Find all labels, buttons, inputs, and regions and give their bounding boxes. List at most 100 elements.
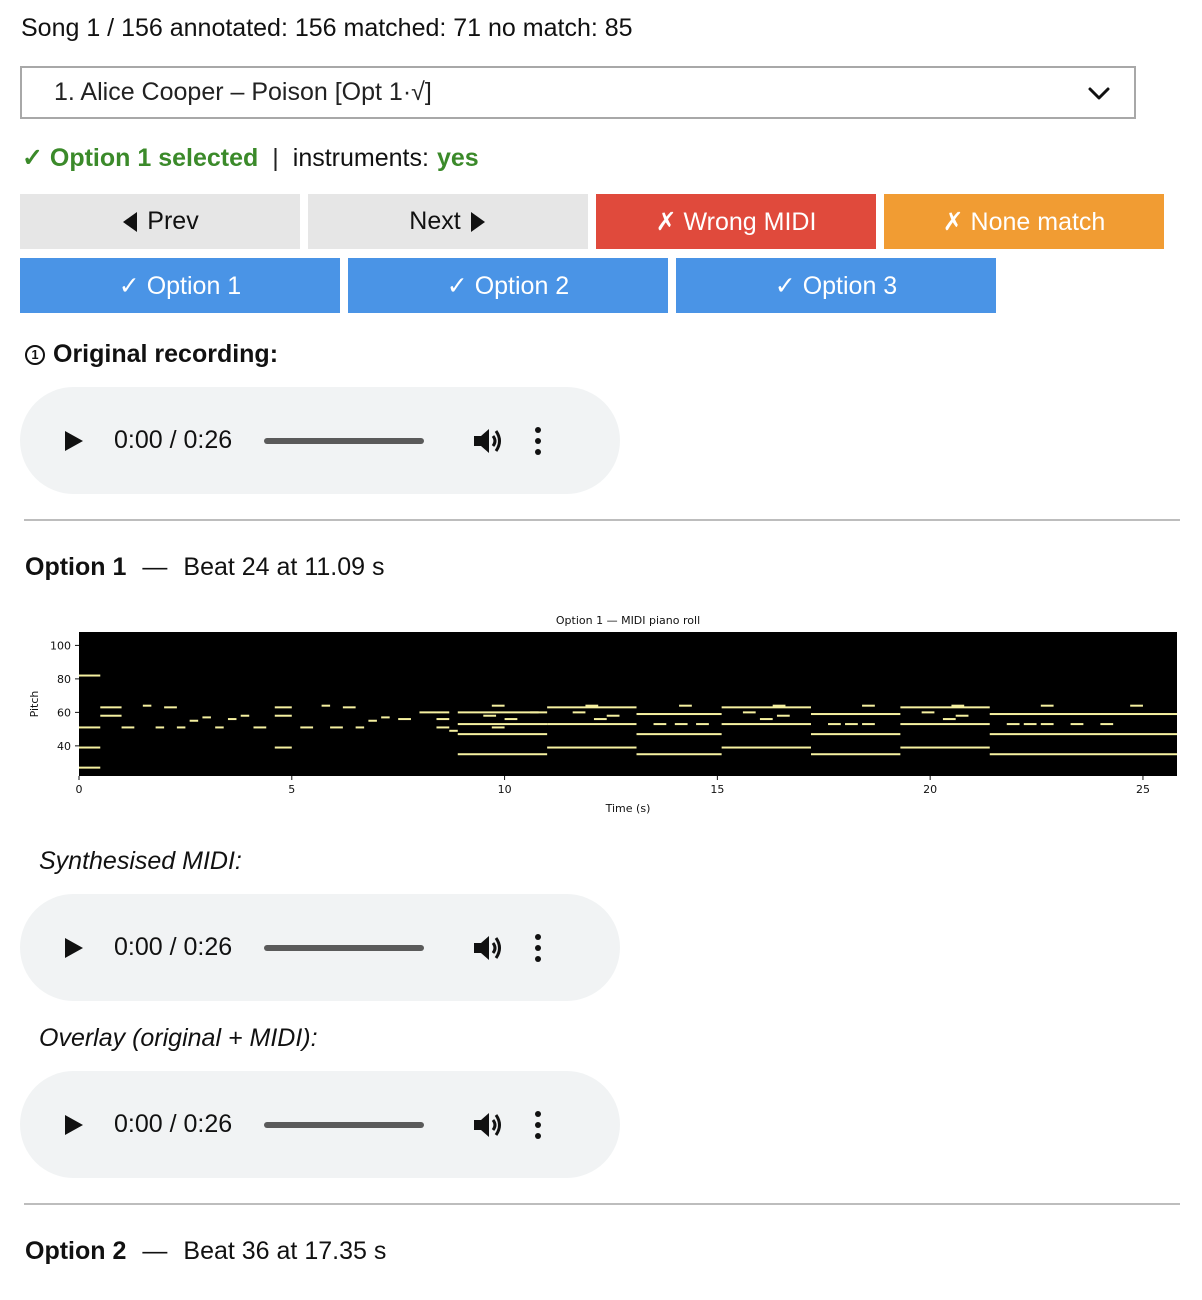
option-1-name: Option 1 [25,553,127,581]
triangle-right-icon [470,211,485,232]
note-bar [593,718,607,721]
note-bar [342,706,356,709]
prev-button-label: Prev [147,207,199,235]
synthesised-audio-player[interactable]: 0:00 / 0:26 [20,894,620,1001]
note-bar [491,704,505,707]
play-icon[interactable] [64,1114,84,1136]
note-bar [100,706,122,709]
note-bar [636,753,722,756]
note-bar [189,719,199,722]
more-options-icon[interactable] [534,1110,542,1140]
synthesised-midi-label: Synthesised MIDI: [39,847,242,875]
select-option-2-button[interactable]: ✓ Option 2 [348,258,668,313]
note-bar [572,711,586,714]
note-bar [164,706,177,709]
note-bar [381,716,390,719]
note-bar [1040,723,1054,726]
note-bar [121,726,135,729]
selection-status: ✓ Option 1 selected | instruments: yes [22,143,479,173]
note-bar [862,723,875,726]
note-bar [79,766,101,769]
overlay-audio-player[interactable]: 0:00 / 0:26 [20,1071,620,1178]
y-tick-label: 100 [50,639,71,652]
note-bar [674,723,688,726]
triangle-left-icon [123,211,138,232]
audio-time: 0:00 / 0:26 [114,1110,233,1138]
volume-icon[interactable] [472,932,504,964]
wrong-midi-button[interactable]: ✗ Wrong MIDI [596,194,876,249]
more-options-icon[interactable] [534,426,542,456]
audio-seek-slider[interactable] [264,944,425,951]
next-button[interactable]: Next [308,194,588,249]
note-bar [776,714,790,717]
option-1-heading: Option 1 — Beat 24 at 11.09 s [25,553,384,582]
audio-seek-slider[interactable] [264,1121,425,1128]
note-bar [436,711,450,714]
x-axis-label: Time (s) [605,802,651,815]
note-bar [215,726,224,729]
note-bar [300,726,314,729]
note-bar [491,726,505,729]
note-bar [721,746,811,749]
note-bar [547,746,637,749]
note-bar [504,718,518,721]
note-bar [1130,704,1143,707]
play-icon[interactable] [64,937,84,959]
x-tick-label: 5 [288,783,295,796]
original-recording-title: Original recording: [53,340,279,368]
audio-time: 0:00 / 0:26 [114,426,233,454]
note-bar [989,753,1177,756]
play-icon[interactable] [64,430,84,452]
note-bar [547,723,637,726]
annotation-status: Song 1 / 156 annotated: 156 matched: 71 … [21,14,633,42]
note-bar [355,726,365,729]
note-bar [759,718,773,721]
prev-button[interactable]: Prev [20,194,300,249]
note-bar [436,726,450,729]
overlay-label: Overlay (original + MIDI): [39,1024,318,1052]
note-bar [845,723,858,726]
note-bar [100,714,122,717]
x-tick-label: 25 [1136,783,1150,796]
original-recording-heading: 1 Original recording: [25,340,278,369]
y-tick-label: 40 [57,740,71,753]
divider [24,1203,1180,1205]
option-2-detail: Beat 36 at 17.35 s [183,1237,387,1265]
audio-time: 0:00 / 0:26 [114,933,233,961]
note-bar [79,674,101,677]
note-bar [398,718,411,721]
note-bar [274,706,292,709]
note-bar [696,723,709,726]
y-tick-label: 80 [57,673,71,686]
note-bar [900,746,990,749]
y-tick-label: 60 [57,706,71,719]
note-bar [240,714,250,717]
note-bar [636,713,722,716]
note-bar [900,706,990,709]
chevron-down-icon [1088,87,1110,99]
audio-seek-slider[interactable] [264,437,425,444]
y-axis-label: Pitch [28,691,41,718]
note-bar [457,723,548,726]
note-bar [955,714,969,717]
x-tick-label: 10 [498,783,512,796]
select-option-1-button[interactable]: ✓ Option 1 [20,258,340,313]
note-bar [176,726,186,729]
none-match-button[interactable]: ✗ None match [884,194,1164,249]
more-options-icon[interactable] [534,933,542,963]
note-bar [274,714,292,717]
note-bar [721,723,811,726]
option-2-name: Option 2 [25,1237,127,1265]
note-bar [606,714,620,717]
note-bar [636,733,722,736]
chart-title: Option 1 — MIDI piano roll [556,614,700,627]
x-tick-label: 0 [76,783,83,796]
note-bar [989,713,1177,716]
volume-icon[interactable] [472,425,504,457]
note-bar [1070,723,1084,726]
song-select[interactable]: 1. Alice Cooper – Poison [Opt 1·√] [20,66,1136,119]
option-1-detail: Beat 24 at 11.09 s [183,553,385,581]
original-audio-player[interactable]: 0:00 / 0:26 [20,387,620,494]
volume-icon[interactable] [472,1109,504,1141]
select-option-3-button[interactable]: ✓ Option 3 [676,258,996,313]
